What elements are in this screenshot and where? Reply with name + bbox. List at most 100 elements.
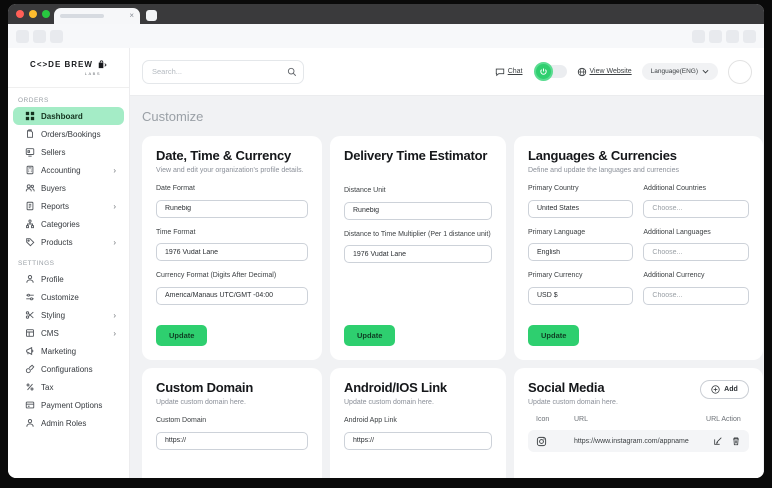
- toolbar-button-placeholder[interactable]: [692, 29, 705, 43]
- page-title: Customize: [142, 109, 204, 124]
- sellers-icon: [25, 148, 35, 157]
- social-media-table: Icon URL URL Action https://www.instagra…: [528, 416, 749, 452]
- search-icon: [287, 67, 297, 76]
- orders-icon: [27, 129, 33, 138]
- search-input[interactable]: [142, 59, 304, 84]
- card-subtitle: Update custom domain here.: [528, 399, 618, 406]
- card-date-time-currency: Date, Time & Currency View and edit your…: [142, 136, 322, 360]
- tab-close-icon[interactable]: ×: [129, 12, 134, 20]
- sidebar-section-settings: SETTINGS: [18, 260, 55, 267]
- tax-icon: [26, 383, 34, 391]
- card-title: Languages & Currencies: [528, 148, 677, 163]
- sidebar-item-products[interactable]: Products ›: [13, 233, 124, 251]
- products-icon: [26, 238, 35, 247]
- sidebar-item-tax[interactable]: Tax: [13, 378, 124, 396]
- reload-button-placeholder[interactable]: [50, 29, 63, 43]
- chat-link[interactable]: Chat: [495, 67, 523, 77]
- chevron-right-icon: ›: [113, 328, 116, 338]
- forward-button-placeholder[interactable]: [33, 29, 46, 43]
- android-app-link-input[interactable]: [344, 431, 492, 450]
- app-logo: C<>DE BREW LABS: [8, 48, 129, 88]
- coffee-bag-icon: [98, 60, 107, 69]
- marketing-icon: [26, 346, 34, 356]
- payment-icon: [25, 401, 35, 409]
- delete-icon[interactable]: [731, 436, 741, 446]
- additional-countries-field: Additional Countries: [643, 185, 749, 218]
- additional-countries-select[interactable]: [643, 199, 749, 218]
- update-button[interactable]: Update: [344, 325, 396, 346]
- currency-format-field: Currency Format (Digits After Decimal): [156, 272, 308, 305]
- sidebar-item-profile[interactable]: Profile: [13, 270, 124, 288]
- distance-unit-input[interactable]: [344, 201, 492, 220]
- sidebar-item-styling[interactable]: Styling ›: [13, 306, 124, 324]
- window-zoom-button[interactable]: [42, 10, 50, 18]
- sidebar-item-dashboard[interactable]: Dashboard: [13, 107, 124, 125]
- custom-domain-field: Custom Domain: [156, 417, 308, 450]
- primary-country-input[interactable]: [528, 199, 634, 218]
- date-format-input[interactable]: [156, 199, 308, 218]
- card-android-ios-link: Android/IOS Link Update custom domain he…: [330, 368, 506, 478]
- instagram-icon: [536, 436, 547, 446]
- sidebar-item-reports[interactable]: Reports ›: [13, 197, 124, 215]
- plus-circle-icon: [711, 385, 720, 394]
- additional-languages-field: Additional Languages: [643, 229, 749, 261]
- user-avatar[interactable]: [728, 59, 752, 84]
- edit-icon[interactable]: [713, 436, 723, 446]
- chevron-down-icon: [702, 69, 709, 74]
- toolbar-button-placeholder[interactable]: [743, 29, 756, 43]
- sidebar-item-orders-bookings[interactable]: Orders/Bookings: [13, 125, 124, 143]
- currency-format-input[interactable]: [156, 286, 308, 305]
- website-status-toggle[interactable]: [533, 62, 567, 81]
- update-button[interactable]: Update: [156, 325, 208, 346]
- sidebar-item-accounting[interactable]: Accounting ›: [13, 161, 124, 179]
- additional-currency-select[interactable]: [643, 286, 749, 305]
- sidebar-item-sellers[interactable]: Sellers: [13, 143, 124, 161]
- customize-icon: [26, 293, 34, 301]
- sidebar-item-admin-roles[interactable]: Admin Roles: [13, 414, 124, 432]
- column-header-url-action: URL Action: [706, 416, 741, 423]
- card-title: Custom Domain: [156, 380, 254, 395]
- android-app-link-field: Android App Link: [344, 417, 492, 450]
- sidebar-item-payment-options[interactable]: Payment Options: [13, 396, 124, 414]
- distance-multiplier-field: Distance to Time Multiplier (Per 1 dista…: [344, 231, 492, 263]
- sidebar-section-orders: ORDERS: [18, 97, 49, 104]
- tab-title-placeholder: [60, 14, 104, 18]
- window-close-button[interactable]: [16, 10, 24, 18]
- back-button-placeholder[interactable]: [16, 29, 29, 43]
- card-title: Delivery Time Estimator: [344, 148, 488, 163]
- sidebar-item-customize[interactable]: Customize: [13, 288, 124, 306]
- custom-domain-input[interactable]: [156, 431, 308, 450]
- buyers-icon: [25, 184, 35, 192]
- update-button[interactable]: Update: [528, 325, 580, 346]
- sidebar: C<>DE BREW LABS ORDERS Dashboard Orders/…: [8, 48, 130, 478]
- sidebar-item-buyers[interactable]: Buyers: [13, 179, 124, 197]
- cms-icon: [26, 329, 34, 337]
- browser-toolbar: [8, 24, 764, 48]
- add-social-button[interactable]: Add: [700, 380, 749, 399]
- toolbar-button-placeholder[interactable]: [726, 29, 739, 43]
- sidebar-item-categories[interactable]: Categories: [13, 215, 124, 233]
- sidebar-item-configurations[interactable]: Configurations: [13, 360, 124, 378]
- date-format-field: Date Format: [156, 185, 308, 218]
- chat-icon: [495, 68, 504, 76]
- window-minimize-button[interactable]: [29, 10, 37, 18]
- card-subtitle: View and edit your organization's profil…: [156, 167, 304, 174]
- primary-currency-input[interactable]: [528, 286, 634, 305]
- time-format-input[interactable]: [156, 243, 308, 261]
- card-delivery-time-estimator: Delivery Time Estimator Distance Unit Di…: [330, 136, 506, 360]
- view-website-link[interactable]: View Website: [577, 67, 632, 77]
- card-title: Social Media: [528, 380, 605, 395]
- distance-multiplier-input[interactable]: [344, 245, 492, 263]
- sidebar-item-marketing[interactable]: Marketing: [13, 342, 124, 360]
- app-header: Chat: [130, 48, 764, 96]
- browser-tab[interactable]: ×: [54, 8, 140, 24]
- new-tab-button[interactable]: [146, 10, 157, 21]
- additional-languages-select[interactable]: [643, 243, 749, 261]
- sidebar-item-cms[interactable]: CMS ›: [13, 324, 124, 342]
- column-header-url: URL: [574, 416, 589, 423]
- categories-icon: [26, 219, 34, 229]
- additional-currency-field: Additional Currency: [643, 272, 749, 305]
- language-dropdown[interactable]: Language(ENG): [641, 63, 718, 80]
- primary-language-input[interactable]: [528, 243, 634, 261]
- toolbar-button-placeholder[interactable]: [709, 29, 722, 43]
